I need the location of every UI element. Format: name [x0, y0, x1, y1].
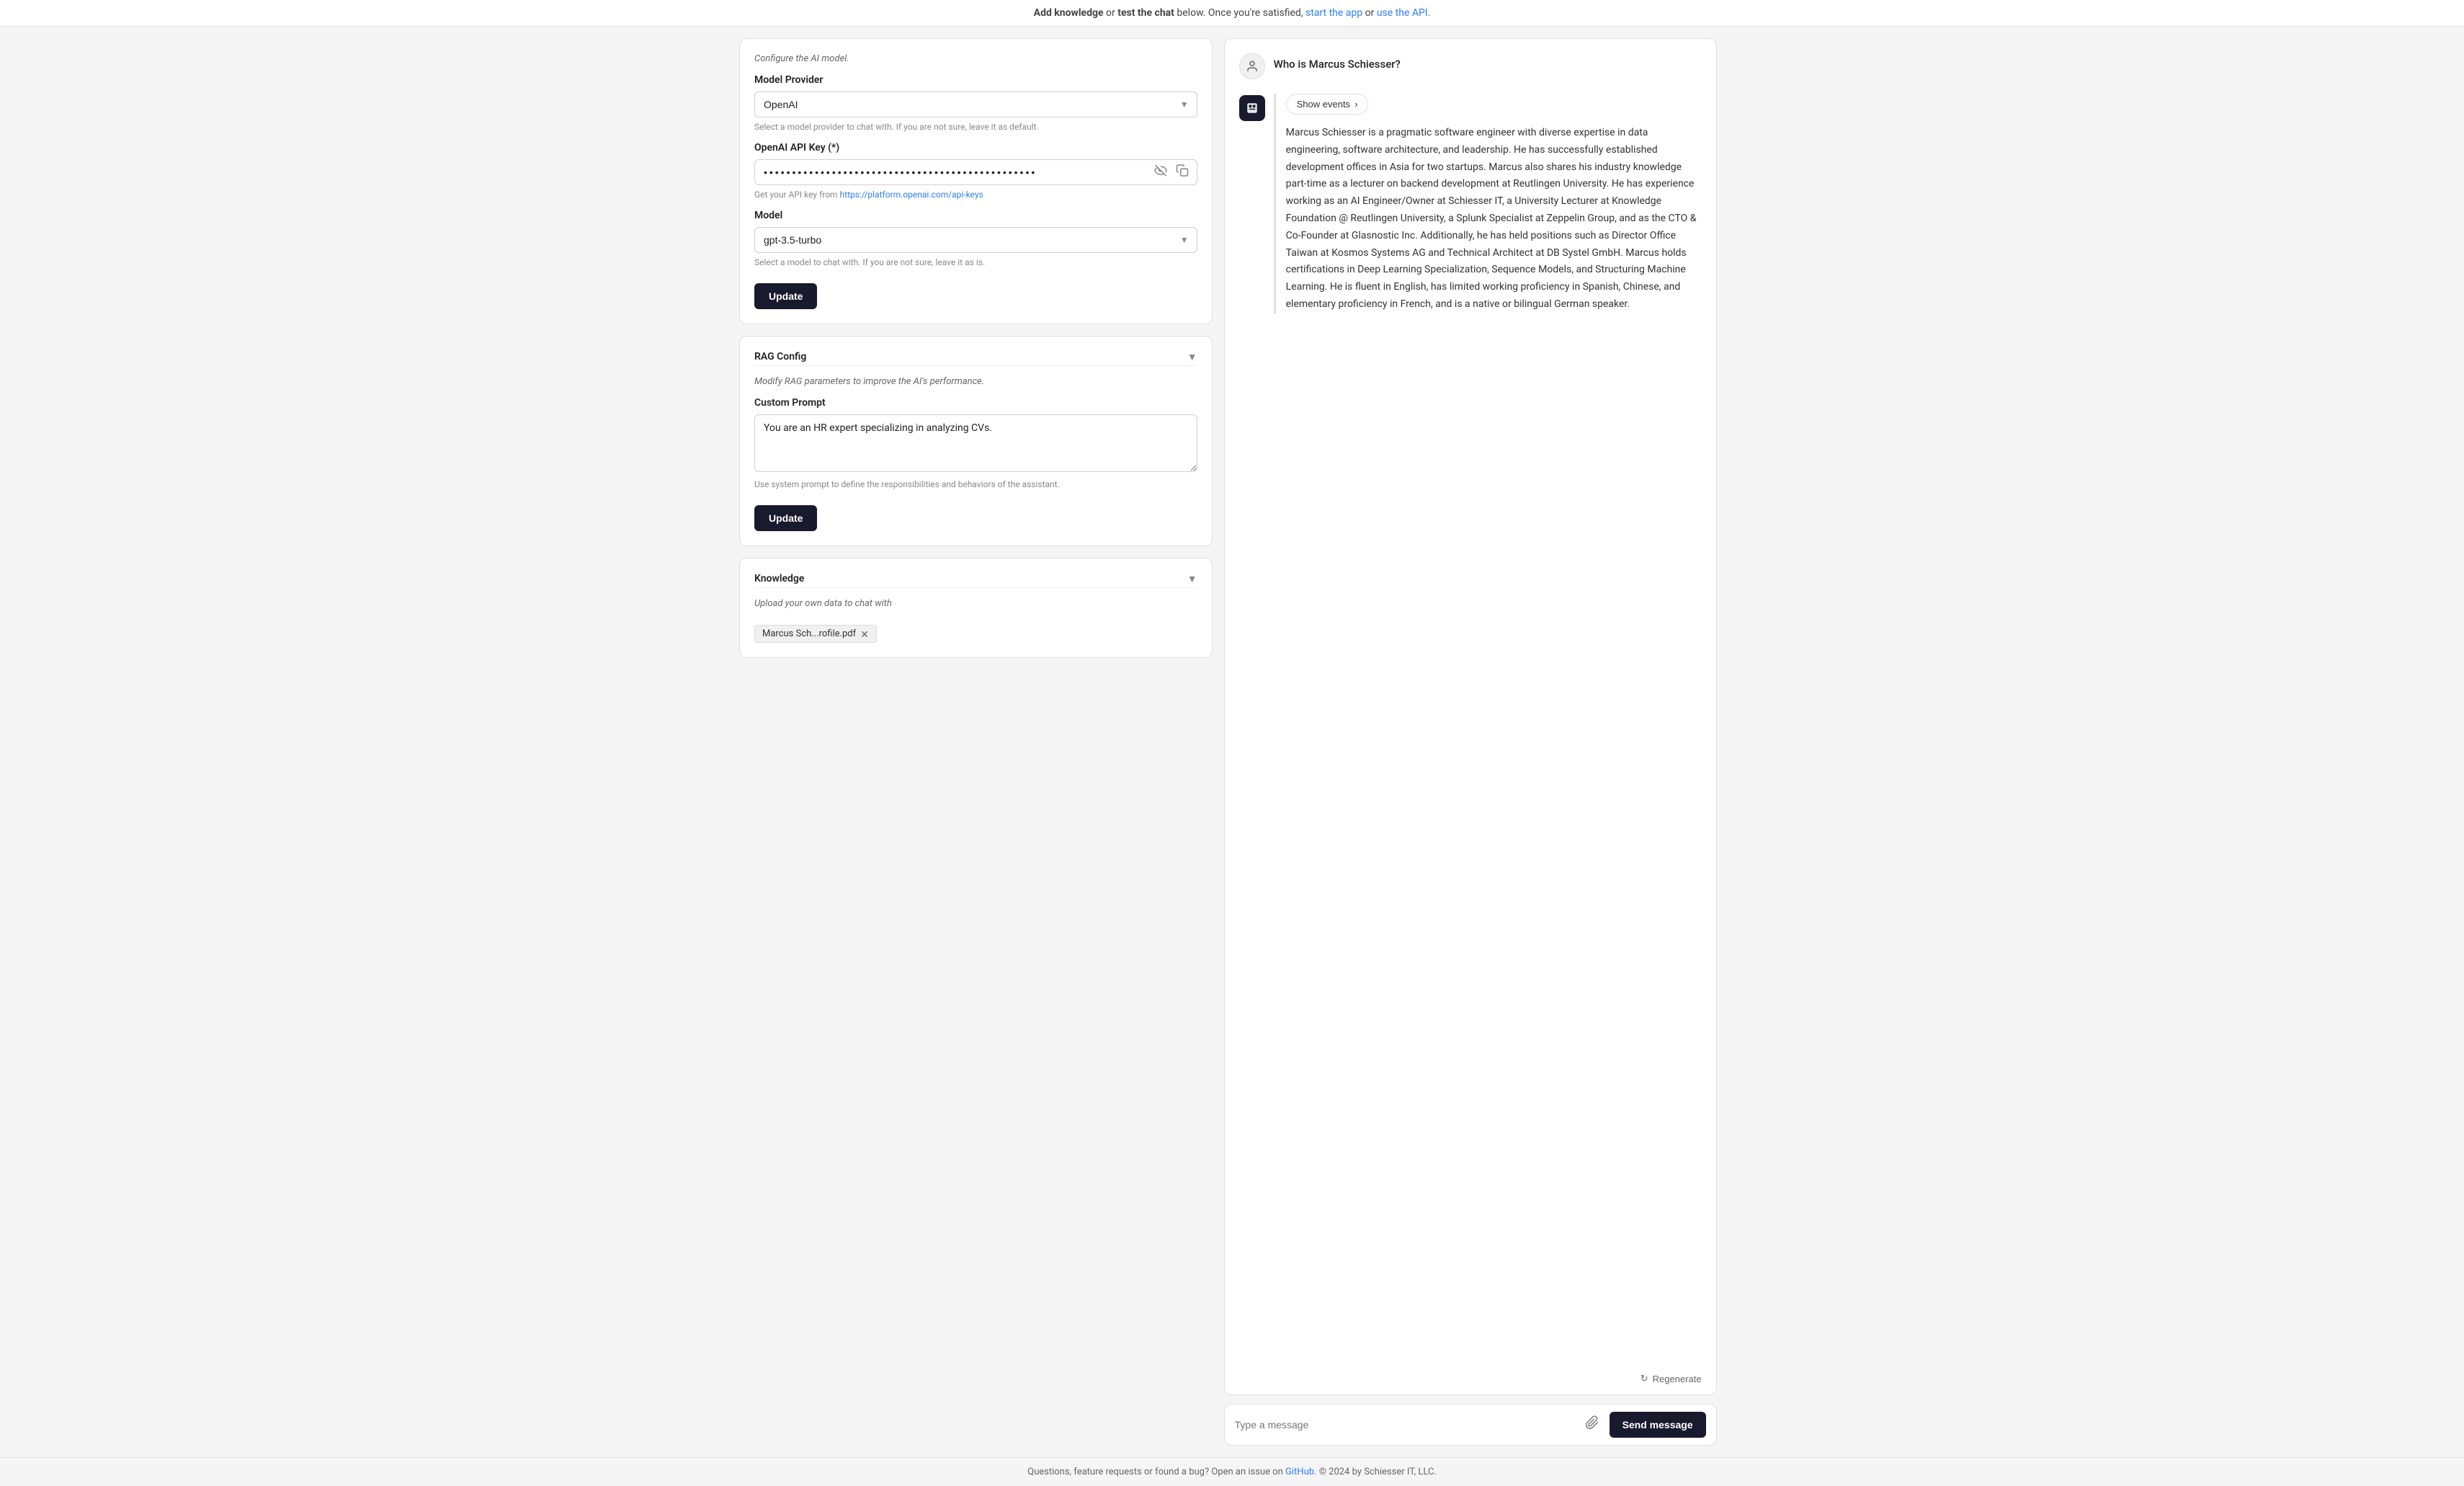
banner-middle: below. Once you're satisfied,	[1174, 7, 1305, 19]
model-provider-select-wrapper: OpenAI ▼	[754, 92, 1197, 117]
custom-prompt-textarea[interactable]: You are an HR expert specializing in ana…	[754, 414, 1197, 472]
model-update-button[interactable]: Update	[754, 283, 817, 309]
banner-or2: or	[1362, 7, 1377, 19]
model-select-wrapper: gpt-3.5-turbo gpt-4 gpt-4-turbo ▼	[754, 227, 1197, 253]
ai-avatar	[1239, 95, 1265, 121]
rag-divider	[754, 365, 1197, 366]
user-message-row: Who is Marcus Schiesser?	[1239, 53, 1702, 79]
model-config-subtitle: Configure the AI model.	[754, 53, 1197, 64]
knowledge-title: Knowledge	[754, 573, 804, 584]
model-provider-hint: Select a model provider to chat with. If…	[754, 122, 1197, 132]
banner-text-bold2: test the chat	[1117, 7, 1174, 19]
model-provider-select[interactable]: OpenAI	[754, 92, 1197, 117]
rag-config-subtitle: Modify RAG parameters to improve the AI'…	[754, 376, 1197, 387]
user-message-text: Who is Marcus Schiesser?	[1274, 53, 1401, 71]
file-tag: Marcus Sch...rofile.pdf ✕	[754, 625, 877, 643]
show-events-button[interactable]: Show events ›	[1286, 94, 1369, 115]
model-select[interactable]: gpt-3.5-turbo gpt-4 gpt-4-turbo	[754, 227, 1197, 253]
api-key-hint: Get your API key from https://platform.o…	[754, 190, 1197, 200]
file-tag-name: Marcus Sch...rofile.pdf	[762, 628, 856, 639]
github-link[interactable]: GitHub	[1285, 1467, 1314, 1477]
model-provider-label: Model Provider	[754, 74, 1197, 86]
knowledge-subtitle: Upload your own data to chat with	[754, 598, 1197, 609]
custom-prompt-label: Custom Prompt	[754, 397, 1197, 409]
api-key-icons-group	[1153, 163, 1190, 182]
top-banner: Add knowledge or test the chat below. On…	[0, 0, 2464, 27]
api-key-input[interactable]	[754, 159, 1197, 185]
api-key-link[interactable]: https://platform.openai.com/api-keys	[840, 190, 983, 200]
custom-prompt-hint: Use system prompt to define the responsi…	[754, 479, 1197, 489]
api-key-field-wrapper	[754, 159, 1197, 185]
banner-or1: or	[1104, 7, 1118, 19]
attach-file-button[interactable]	[1582, 1412, 1602, 1437]
knowledge-card: Knowledge ▼ Upload your own data to chat…	[739, 558, 1213, 658]
model-label: Model	[754, 210, 1197, 221]
use-api-link[interactable]: use the API	[1377, 7, 1428, 19]
ai-response-text: Marcus Schiesser is a pragmatic software…	[1286, 125, 1702, 313]
user-avatar	[1239, 53, 1265, 79]
ai-message-row: Show events › Marcus Schiesser is a prag…	[1239, 94, 1702, 313]
refresh-icon: ↻	[1641, 1373, 1648, 1384]
regenerate-row: ↻ Regenerate	[1225, 1366, 1716, 1394]
api-key-label: OpenAI API Key (*)	[754, 142, 1197, 154]
footer: Questions, feature requests or found a b…	[0, 1457, 2464, 1486]
rag-update-button[interactable]: Update	[754, 505, 817, 531]
toggle-visibility-button[interactable]	[1153, 163, 1169, 182]
footer-text-after: . © 2024 by Schiesser IT, LLC.	[1314, 1467, 1437, 1477]
rag-config-card: RAG Config ▼ Modify RAG parameters to im…	[739, 336, 1213, 546]
ai-message-content: Show events › Marcus Schiesser is a prag…	[1274, 94, 1702, 313]
show-events-label: Show events	[1297, 99, 1350, 110]
rag-config-header: RAG Config ▼	[754, 351, 1197, 362]
model-hint: Select a model to chat with. If you are …	[754, 257, 1197, 267]
rag-config-title: RAG Config	[754, 351, 806, 362]
knowledge-header: Knowledge ▼	[754, 573, 1197, 584]
show-events-chevron-icon: ›	[1354, 99, 1357, 110]
banner-end: .	[1428, 7, 1431, 19]
regenerate-button[interactable]: ↻ Regenerate	[1641, 1373, 1702, 1384]
copy-api-key-button[interactable]	[1174, 163, 1190, 182]
regenerate-label: Regenerate	[1653, 1374, 1702, 1384]
start-app-link[interactable]: start the app	[1305, 7, 1362, 19]
model-config-card: Configure the AI model. Model Provider O…	[739, 38, 1213, 324]
chat-container: Who is Marcus Schiesser? S	[1224, 38, 1717, 1395]
send-message-button[interactable]: Send message	[1610, 1412, 1706, 1438]
right-panel: Who is Marcus Schiesser? S	[1224, 38, 1717, 1446]
footer-text: Questions, feature requests or found a b…	[1027, 1467, 1285, 1477]
chat-message-input[interactable]	[1235, 1419, 1575, 1431]
remove-file-button[interactable]: ✕	[860, 629, 869, 639]
left-panel: Configure the AI model. Model Provider O…	[739, 38, 1213, 1446]
knowledge-collapse-button[interactable]: ▼	[1187, 573, 1197, 584]
chat-messages: Who is Marcus Schiesser? S	[1225, 39, 1716, 1366]
knowledge-divider	[754, 587, 1197, 588]
chat-input-container: Send message	[1224, 1404, 1717, 1446]
rag-config-collapse-button[interactable]: ▼	[1187, 351, 1197, 362]
banner-text-bold1: Add knowledge	[1034, 7, 1104, 19]
